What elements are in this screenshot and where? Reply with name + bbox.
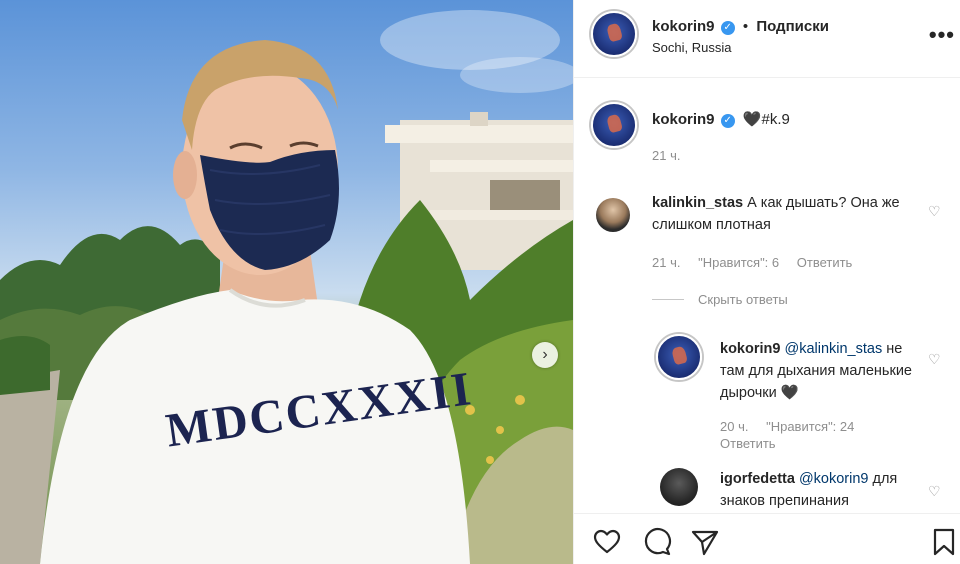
action-bar xyxy=(574,513,960,564)
commenter-username[interactable]: kokorin9 xyxy=(720,341,780,357)
comment-likes[interactable]: "Нравится": 24 xyxy=(766,419,854,434)
commenter-avatar[interactable] xyxy=(660,468,698,506)
comment-like-icon[interactable]: ♡ xyxy=(928,480,941,502)
commenter-username[interactable]: igorfedetta xyxy=(720,471,795,487)
hide-replies-label: Скрыть ответы xyxy=(698,292,788,307)
mention-link[interactable]: @kokorin9 xyxy=(799,471,869,487)
author-username[interactable]: kokorin9 xyxy=(652,18,715,35)
post-photo[interactable]: MDCCXXXII › xyxy=(0,0,573,564)
mention-link[interactable]: @kalinkin_stas xyxy=(784,341,882,357)
reply-button[interactable]: Ответить xyxy=(720,436,776,451)
post-header: kokorin9 ✓ • Подписки Sochi, Russia ••• xyxy=(574,0,960,78)
caption-time: 21 ч. xyxy=(652,148,681,163)
post-location[interactable]: Sochi, Russia xyxy=(652,40,731,55)
carousel-next-button[interactable]: › xyxy=(532,342,558,368)
separator: • xyxy=(742,18,749,35)
verified-icon: ✓ xyxy=(720,114,735,128)
comment-icon[interactable] xyxy=(642,527,672,557)
more-options-icon[interactable]: ••• xyxy=(929,22,955,48)
hide-replies-button[interactable]: Скрыть ответы xyxy=(652,292,788,307)
following-button[interactable]: Подписки xyxy=(756,18,829,35)
commenter-avatar[interactable] xyxy=(656,334,702,380)
bookmark-icon[interactable] xyxy=(929,527,959,557)
caption-text: 🖤#k.9 xyxy=(742,111,790,128)
author-avatar[interactable] xyxy=(591,11,637,57)
comment-time: 21 ч. xyxy=(652,255,681,270)
verified-icon: ✓ xyxy=(720,21,735,35)
send-icon[interactable] xyxy=(690,527,720,557)
commenter-username[interactable]: kalinkin_stas xyxy=(652,195,743,211)
comment-like-icon[interactable]: ♡ xyxy=(928,200,941,222)
comment-reply: kokorin9 @kalinkin_stas не там для дыхан… xyxy=(574,330,960,460)
comment-reply: igorfedetta @kokorin9 для знаков препина… xyxy=(574,462,960,512)
comment: kalinkin_stas А как дышать? Она же слишк… xyxy=(574,190,960,280)
commenter-avatar[interactable] xyxy=(596,198,630,232)
heart-icon[interactable] xyxy=(592,527,622,557)
comment-time: 20 ч. xyxy=(720,419,749,434)
comment-like-icon[interactable]: ♡ xyxy=(928,348,941,370)
reply-button[interactable]: Ответить xyxy=(797,255,853,270)
comment-likes[interactable]: "Нравится": 6 xyxy=(698,255,779,270)
post-side-panel: kokorin9 ✓ • Подписки Sochi, Russia ••• … xyxy=(573,0,960,564)
photo-scene xyxy=(0,10,573,564)
caption-avatar[interactable] xyxy=(591,102,637,148)
caption-username[interactable]: kokorin9 xyxy=(652,111,715,128)
divider xyxy=(652,299,684,300)
